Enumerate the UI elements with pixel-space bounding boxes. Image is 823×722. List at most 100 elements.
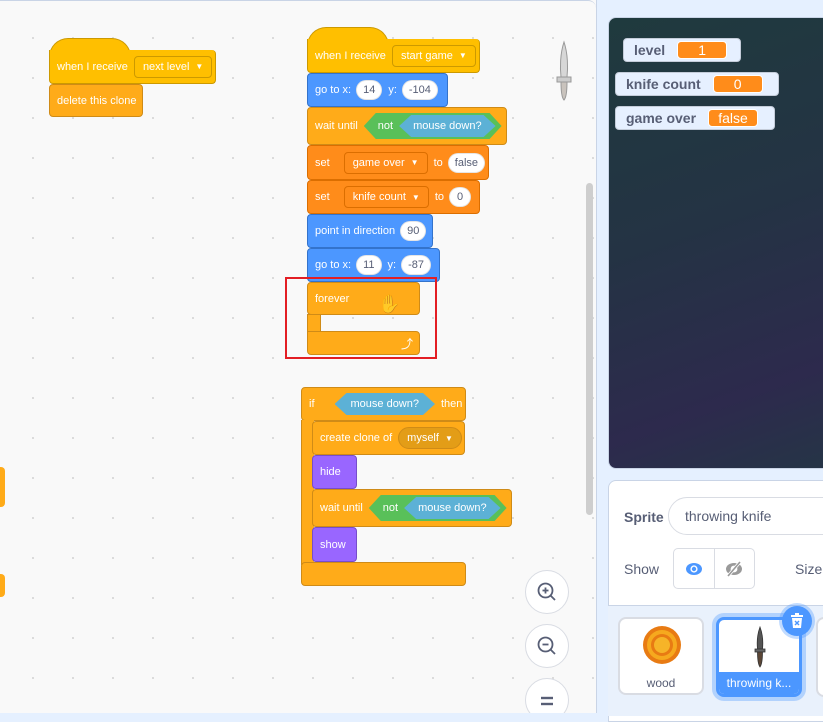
to-label: to: [434, 191, 444, 203]
zoom-out-button[interactable]: [525, 624, 569, 668]
knife-sprite-icon: [754, 626, 766, 668]
y-label: y:: [388, 84, 397, 96]
message-dropdown[interactable]: next level ▼: [133, 55, 213, 78]
variable-monitor-knife-count[interactable]: knife count 0: [615, 72, 779, 96]
vertical-scrollbar[interactable]: [586, 183, 593, 515]
caret-down-icon: ▼: [410, 158, 419, 167]
monitor-value: 1: [677, 41, 728, 59]
set-game-over-block[interactable]: set game over ▼ to false: [307, 145, 489, 180]
message-dropdown[interactable]: start game ▼: [391, 44, 476, 67]
visibility-toggle: [673, 548, 755, 589]
if-then-block[interactable]: if mouse down? then: [301, 387, 466, 421]
set-knife-count-block[interactable]: set knife count ▼ to 0: [307, 180, 480, 214]
not-operator[interactable]: not mouse down?: [364, 113, 502, 139]
dropdown-value: start game: [400, 49, 453, 62]
go-to-xy-block[interactable]: go to x: 14 y: -104: [307, 73, 448, 107]
block-label: hide: [320, 466, 341, 478]
monitor-label: knife count: [626, 76, 701, 92]
eye-icon: [685, 562, 702, 575]
show-block[interactable]: show: [312, 527, 357, 562]
wait-until-block[interactable]: wait until not mouse down?: [312, 489, 512, 527]
mouse-down-sensing[interactable]: mouse down?: [399, 115, 496, 137]
block-label: go to x:: [315, 84, 352, 96]
x-input[interactable]: 11: [356, 255, 382, 275]
sprite-name: throwing k...: [719, 672, 799, 694]
delete-this-clone-block[interactable]: delete this clone: [49, 84, 143, 117]
sprite-tile-partial[interactable]: [816, 617, 823, 697]
y-input[interactable]: -104: [401, 80, 438, 100]
block-label: when I receive: [57, 60, 128, 73]
sprite-name-input[interactable]: throwing knife: [668, 497, 823, 535]
hide-sprite-button[interactable]: [715, 549, 755, 588]
zoom-out-icon: [537, 636, 556, 655]
variable-dropdown[interactable]: game over ▼: [343, 151, 428, 174]
not-operator[interactable]: not mouse down?: [369, 495, 507, 521]
reset-zoom-icon: [541, 696, 553, 706]
block-label: create clone of: [320, 432, 393, 444]
clone-target-dropdown[interactable]: myself ▼: [398, 427, 462, 449]
point-in-direction-block[interactable]: point in direction 90: [307, 214, 433, 248]
create-clone-block[interactable]: create clone of myself ▼: [312, 421, 465, 455]
y-input[interactable]: -87: [401, 255, 431, 275]
mouse-down-sensing[interactable]: mouse down?: [404, 497, 501, 519]
monitor-value: 0: [712, 75, 763, 93]
sprite-watermark-icon: [556, 40, 572, 101]
block-label: set: [315, 156, 330, 169]
caret-down-icon: ▼: [444, 433, 453, 443]
wait-until-block[interactable]: wait until not mouse down?: [307, 107, 507, 145]
hide-block[interactable]: hide: [312, 455, 357, 489]
mouse-down-sensing[interactable]: mouse down?: [335, 393, 436, 415]
when-i-receive-start-game-block[interactable]: when I receive start game ▼: [307, 39, 480, 73]
value-input[interactable]: 0: [449, 187, 471, 207]
show-sprite-button[interactable]: [674, 549, 715, 588]
offscreen-block[interactable]: [0, 467, 5, 507]
when-i-receive-next-level-block[interactable]: when I receive next level ▼: [49, 50, 216, 84]
offscreen-block[interactable]: [0, 574, 5, 597]
zoom-in-button[interactable]: [525, 570, 569, 614]
stage[interactable]: level 1 knife count 0 game over false: [608, 17, 823, 469]
dropdown-value: game over: [352, 156, 405, 169]
block-label: set: [315, 191, 330, 203]
trash-icon: [791, 613, 803, 628]
block-label: wait until: [315, 120, 358, 132]
block-label: go to x:: [315, 259, 352, 271]
then-label: then: [441, 398, 463, 410]
y-label: y:: [387, 259, 397, 271]
block-label: if: [309, 398, 315, 410]
x-input[interactable]: 14: [356, 80, 383, 100]
monitor-label: game over: [626, 110, 697, 126]
show-label: Show: [624, 561, 660, 577]
zoom-in-icon: [537, 582, 556, 601]
delete-sprite-button[interactable]: [782, 606, 812, 636]
direction-input[interactable]: 90: [400, 221, 427, 241]
block-label: delete this clone: [57, 94, 137, 107]
variable-monitor-level[interactable]: level 1: [623, 38, 741, 62]
dropdown-value: next level: [142, 60, 190, 73]
wood-sprite-icon: [643, 626, 681, 664]
block-label: show: [320, 538, 346, 551]
variable-dropdown[interactable]: knife count ▼: [343, 186, 429, 208]
variable-monitor-game-over[interactable]: game over false: [615, 106, 775, 130]
operator-label: not: [377, 120, 394, 132]
block-label: when I receive: [315, 49, 386, 62]
caret-down-icon: ▼: [458, 51, 467, 60]
block-label: point in direction: [315, 225, 396, 237]
reset-zoom-button[interactable]: [525, 678, 569, 713]
if-bottom: [301, 562, 466, 586]
dropdown-value: knife count: [352, 191, 406, 203]
caret-down-icon: ▼: [195, 62, 204, 71]
value-input[interactable]: false: [447, 152, 486, 173]
sprite-tile-wood[interactable]: wood: [618, 617, 704, 695]
size-label: Size: [795, 561, 823, 577]
monitor-value: false: [708, 109, 759, 127]
sprite-name: wood: [646, 676, 676, 690]
eye-slash-icon: [726, 560, 743, 577]
monitor-label: level: [634, 42, 666, 58]
sprite-label: Sprite: [624, 509, 664, 525]
sprite-list: wood throwing k...: [608, 605, 823, 716]
to-label: to: [433, 156, 443, 169]
workspace-border: [0, 0, 596, 19]
dropdown-value: myself: [407, 432, 439, 444]
caret-down-icon: ▼: [411, 192, 420, 202]
code-workspace[interactable]: when I receive next level ▼ delete this c…: [0, 0, 597, 713]
